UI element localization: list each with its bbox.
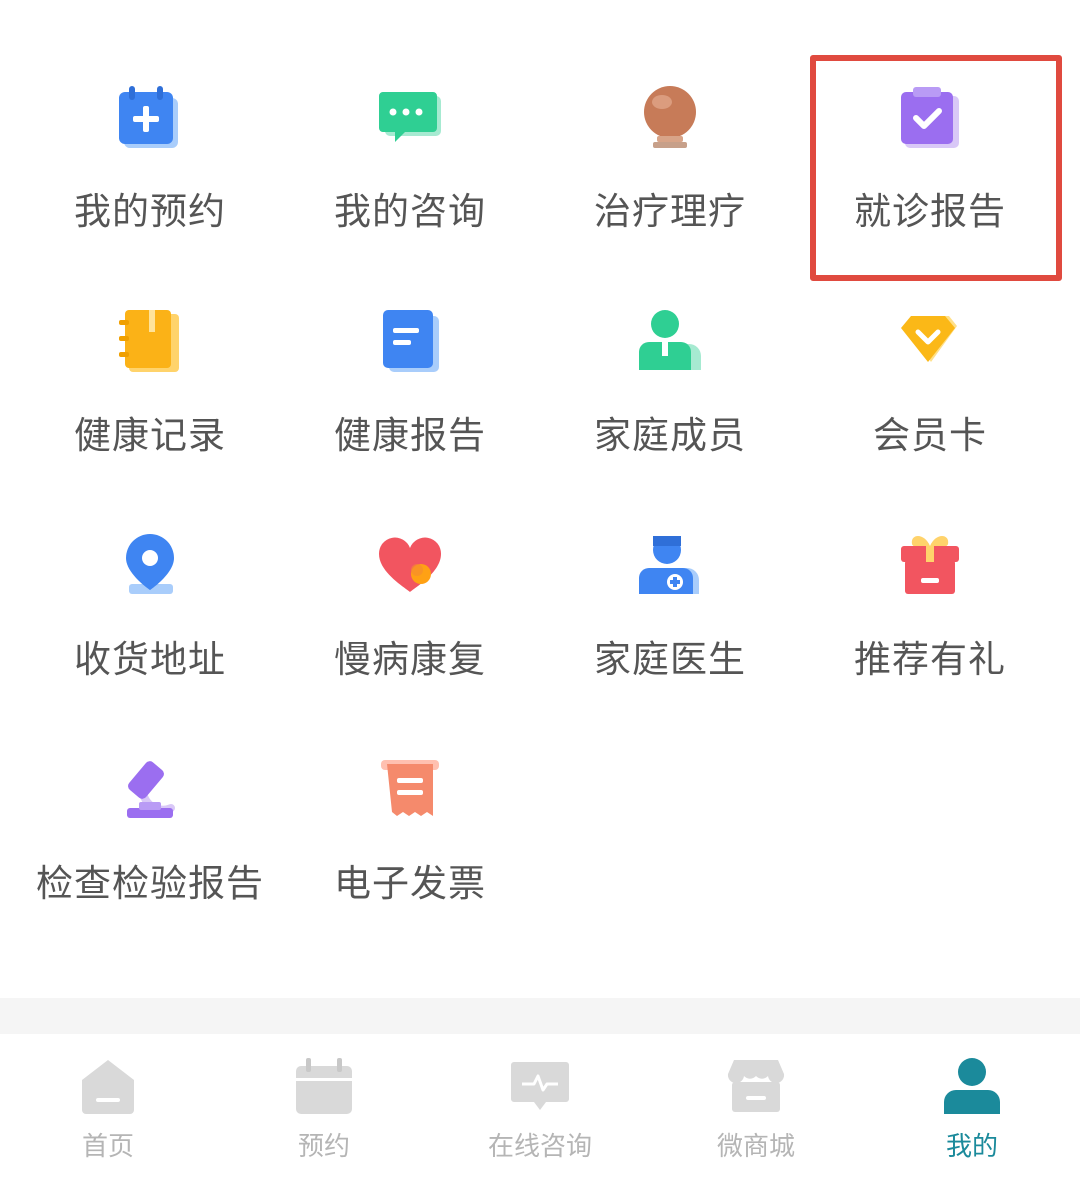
menu-item-label: 检查检验报告 xyxy=(36,862,264,905)
notebook-icon xyxy=(115,306,185,376)
menu-item-health-reports[interactable]: 健康报告 xyxy=(280,224,540,457)
menu-item-visit-report[interactable]: 就诊报告 xyxy=(800,0,1060,233)
profile-icon xyxy=(942,1056,1002,1116)
menu-item-label: 电子发票 xyxy=(334,862,486,905)
chat-bubble-icon xyxy=(375,82,445,152)
menu-item-my-appointments[interactable]: 我的预约 xyxy=(20,0,280,233)
tab-online-consultation[interactable]: 在线咨询 xyxy=(432,1034,648,1180)
gift-icon xyxy=(895,530,965,600)
menu-item-membership-card[interactable]: 会员卡 xyxy=(800,224,1060,457)
tab-label: 我的 xyxy=(945,1132,998,1162)
section-divider xyxy=(0,998,1080,1034)
menu-item-label: 推荐有礼 xyxy=(854,638,1006,681)
tab-label: 微商城 xyxy=(716,1132,795,1162)
menu-item-lab-test-report[interactable]: 检查检验报告 xyxy=(20,672,280,905)
menu-item-family-members[interactable]: 家庭成员 xyxy=(540,224,800,457)
tab-appointment[interactable]: 预约 xyxy=(216,1034,432,1180)
calendar-plus-icon xyxy=(115,82,185,152)
tab-home[interactable]: 首页 xyxy=(0,1034,216,1180)
menu-item-my-consultations[interactable]: 我的咨询 xyxy=(280,0,540,233)
tab-mine[interactable]: 我的 xyxy=(864,1034,1080,1180)
service-grid: 我的预约 我的咨询 治疗理疗 就诊报告 健康记录 健康报告 家庭成员 会员卡 收… xyxy=(0,0,1080,998)
tab-label: 预约 xyxy=(297,1132,350,1162)
document-icon xyxy=(375,306,445,376)
menu-item-label: 家庭医生 xyxy=(594,638,746,681)
heart-icon xyxy=(375,530,445,600)
therapy-lamp-icon xyxy=(635,82,705,152)
menu-item-chronic-rehab[interactable]: 慢病康复 xyxy=(280,448,540,681)
bottom-tab-bar: 首页 预约 在线咨询 微商城 我的 xyxy=(0,1034,1080,1180)
diamond-icon xyxy=(895,306,965,376)
tab-label: 首页 xyxy=(81,1132,134,1162)
menu-item-health-records[interactable]: 健康记录 xyxy=(20,224,280,457)
mine-page: 我的预约 我的咨询 治疗理疗 就诊报告 健康记录 健康报告 家庭成员 会员卡 收… xyxy=(0,0,1080,1180)
location-pin-icon xyxy=(115,530,185,600)
receipt-icon xyxy=(375,754,445,824)
shop-icon xyxy=(726,1056,786,1116)
menu-item-referral-gift[interactable]: 推荐有礼 xyxy=(800,448,1060,681)
menu-item-shipping-address[interactable]: 收货地址 xyxy=(20,448,280,681)
family-member-icon xyxy=(635,306,705,376)
consult-icon xyxy=(510,1056,570,1116)
clipboard-check-icon xyxy=(895,82,965,152)
tab-label: 在线咨询 xyxy=(487,1132,592,1162)
tab-mini-mall[interactable]: 微商城 xyxy=(648,1034,864,1180)
menu-item-therapy[interactable]: 治疗理疗 xyxy=(540,0,800,233)
menu-item-e-invoice[interactable]: 电子发票 xyxy=(280,672,540,905)
home-icon xyxy=(78,1056,138,1116)
calendar-icon xyxy=(294,1056,354,1116)
doctor-icon xyxy=(635,530,705,600)
menu-item-family-doctor[interactable]: 家庭医生 xyxy=(540,448,800,681)
microscope-icon xyxy=(115,754,185,824)
